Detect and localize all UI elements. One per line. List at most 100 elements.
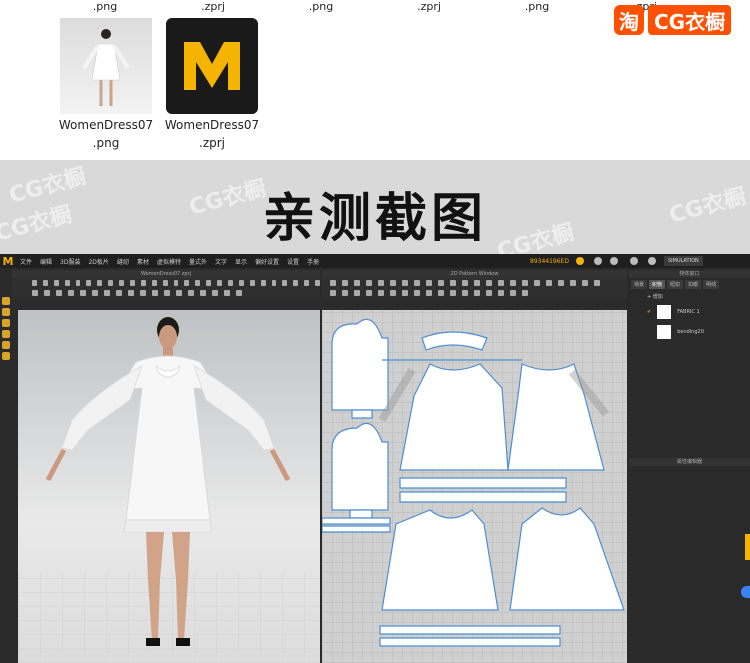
tool-icon[interactable] bbox=[92, 290, 98, 296]
tool-icon[interactable] bbox=[378, 280, 384, 286]
tool-icon[interactable] bbox=[212, 290, 218, 296]
tool-icon[interactable] bbox=[402, 280, 408, 286]
help-icon[interactable] bbox=[630, 257, 638, 265]
tool-icon[interactable] bbox=[236, 290, 242, 296]
tool-icon[interactable] bbox=[522, 290, 528, 296]
tool-icon[interactable] bbox=[2, 308, 10, 316]
tool-icon[interactable] bbox=[2, 341, 10, 349]
tool-icon[interactable] bbox=[486, 280, 492, 286]
fabric-item[interactable]: ✔ bending20 bbox=[629, 322, 750, 342]
menu-item[interactable]: 偏好设置 bbox=[251, 257, 283, 266]
tool-icon[interactable] bbox=[116, 290, 122, 296]
tool-icon[interactable] bbox=[594, 280, 600, 286]
tool-icon[interactable] bbox=[330, 280, 336, 286]
tool-icon[interactable] bbox=[32, 290, 38, 296]
tool-icon[interactable] bbox=[68, 290, 74, 296]
tool-icon[interactable] bbox=[546, 280, 552, 286]
tool-icon[interactable] bbox=[354, 290, 360, 296]
tool-icon[interactable] bbox=[462, 280, 468, 286]
panel-resize-handle[interactable] bbox=[745, 534, 750, 560]
tool-icon[interactable] bbox=[354, 280, 360, 286]
tool-icon[interactable] bbox=[184, 280, 190, 286]
tool-icon[interactable] bbox=[128, 290, 134, 296]
dress-render-thumbnail[interactable] bbox=[60, 18, 152, 114]
zprj-file-icon[interactable] bbox=[166, 18, 258, 114]
tool-icon[interactable] bbox=[414, 280, 420, 286]
menu-item[interactable]: 设置 bbox=[283, 257, 303, 266]
tool-icon[interactable] bbox=[510, 280, 516, 286]
tool-icon[interactable] bbox=[558, 280, 564, 286]
sound-icon[interactable] bbox=[610, 257, 618, 265]
tool-icon[interactable] bbox=[64, 280, 70, 286]
tool-icon[interactable] bbox=[140, 280, 146, 286]
tab-buttonhole[interactable]: 扣眼 bbox=[685, 280, 702, 289]
tool-icon[interactable] bbox=[56, 290, 62, 296]
menu-item[interactable]: 显示 bbox=[231, 257, 251, 266]
tool-icon[interactable] bbox=[249, 280, 255, 286]
tool-icon[interactable] bbox=[32, 280, 37, 286]
tool-icon[interactable] bbox=[304, 280, 310, 286]
tool-icon[interactable] bbox=[462, 290, 468, 296]
tool-icon[interactable] bbox=[366, 280, 372, 286]
tab-fabric[interactable]: 织物 bbox=[649, 280, 666, 289]
tool-icon[interactable] bbox=[164, 290, 170, 296]
file-name-label[interactable]: WomenDress07 .zprj bbox=[162, 116, 262, 152]
tool-icon[interactable] bbox=[342, 280, 348, 286]
tool-icon[interactable] bbox=[195, 280, 201, 286]
tool-icon[interactable] bbox=[450, 290, 456, 296]
tool-icon[interactable] bbox=[426, 280, 432, 286]
tool-icon[interactable] bbox=[44, 290, 50, 296]
tool-icon[interactable] bbox=[130, 280, 135, 286]
tool-icon[interactable] bbox=[152, 290, 158, 296]
add-fabric-button[interactable]: + 增加 bbox=[629, 291, 750, 302]
tool-icon[interactable] bbox=[510, 290, 516, 296]
tool-icon[interactable] bbox=[2, 297, 10, 305]
tool-icon[interactable] bbox=[366, 290, 372, 296]
tool-icon[interactable] bbox=[390, 280, 396, 286]
menu-item[interactable]: 虚拟模特 bbox=[153, 257, 185, 266]
tab-button[interactable]: 纽扣 bbox=[667, 280, 684, 289]
tool-icon[interactable] bbox=[450, 280, 456, 286]
menu-item[interactable]: 文字 bbox=[211, 257, 231, 266]
menu-item[interactable]: 素材 bbox=[133, 257, 153, 266]
2d-pattern-canvas[interactable] bbox=[322, 310, 627, 663]
tool-icon[interactable] bbox=[582, 280, 588, 286]
tool-icon[interactable] bbox=[173, 280, 179, 286]
tool-icon[interactable] bbox=[75, 280, 81, 286]
file-name-label[interactable]: WomenDress07 .png bbox=[56, 116, 156, 152]
tool-icon[interactable] bbox=[282, 280, 288, 286]
tool-icon[interactable] bbox=[176, 290, 182, 296]
tool-icon[interactable] bbox=[53, 280, 59, 286]
tool-icon[interactable] bbox=[330, 290, 336, 296]
tool-icon[interactable] bbox=[260, 280, 266, 286]
tool-icon[interactable] bbox=[426, 290, 432, 296]
tool-icon[interactable] bbox=[474, 290, 480, 296]
tab-scene[interactable]: 场景 bbox=[631, 280, 648, 289]
cloud-icon[interactable] bbox=[576, 257, 584, 265]
tool-icon[interactable] bbox=[315, 280, 321, 286]
tool-icon[interactable] bbox=[390, 290, 396, 296]
tool-icon[interactable] bbox=[486, 290, 492, 296]
menu-item[interactable]: 编辑 bbox=[36, 257, 56, 266]
tool-icon[interactable] bbox=[522, 280, 528, 286]
tool-icon[interactable] bbox=[104, 290, 110, 296]
menu-item[interactable]: 缝纫 bbox=[113, 257, 133, 266]
user-icon[interactable] bbox=[648, 257, 656, 265]
menu-item[interactable]: 量式外 bbox=[185, 257, 211, 266]
menu-item[interactable]: 手册 bbox=[303, 257, 323, 266]
tool-icon[interactable] bbox=[342, 290, 348, 296]
tool-icon[interactable] bbox=[378, 290, 384, 296]
menu-item[interactable]: 文件 bbox=[16, 257, 36, 266]
tool-icon[interactable] bbox=[293, 280, 299, 286]
tool-icon[interactable] bbox=[80, 290, 86, 296]
tool-icon[interactable] bbox=[438, 280, 444, 286]
home-icon[interactable] bbox=[594, 257, 602, 265]
tool-icon[interactable] bbox=[238, 280, 244, 286]
tool-icon[interactable] bbox=[206, 280, 212, 286]
collapse-panel-button[interactable] bbox=[741, 586, 750, 598]
tab-topstitch[interactable]: 明线 bbox=[703, 280, 720, 289]
tool-icon[interactable] bbox=[119, 280, 125, 286]
tool-icon[interactable] bbox=[108, 280, 114, 286]
simulation-mode-button[interactable]: SIMULATION bbox=[664, 256, 703, 266]
tool-icon[interactable] bbox=[151, 280, 157, 286]
